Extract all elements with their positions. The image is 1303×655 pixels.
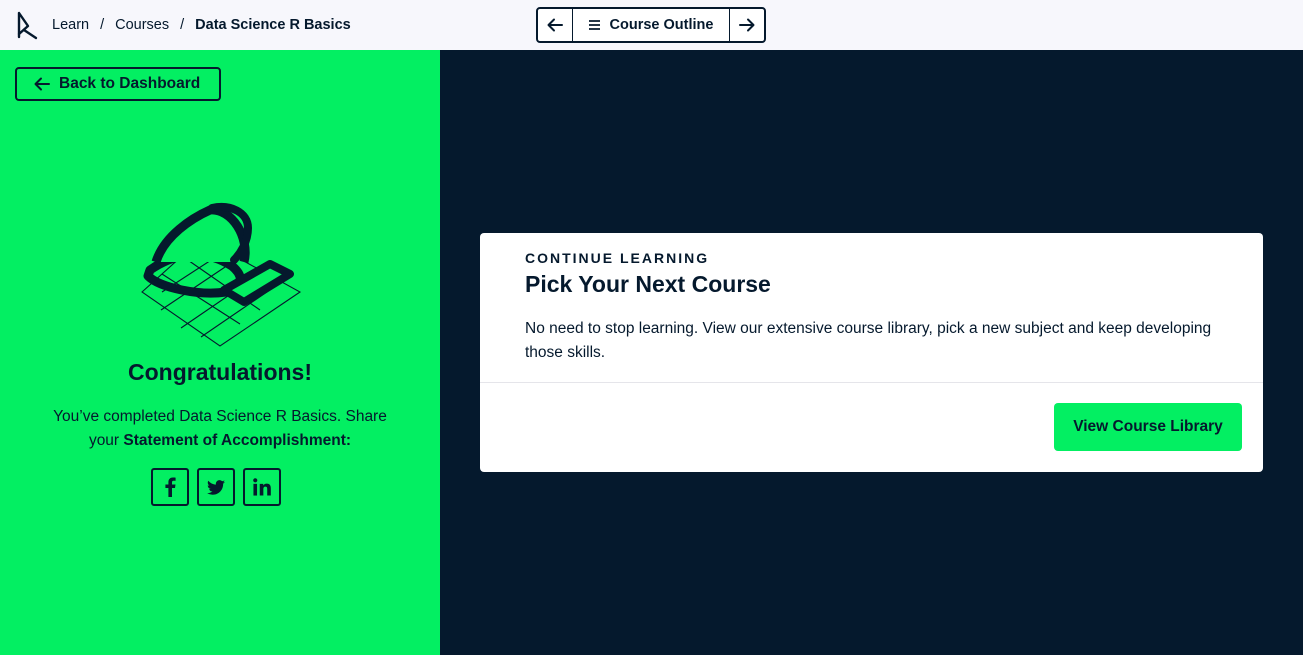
- completion-panel: Back to Dashboard Congratulations! You’v…: [0, 50, 440, 655]
- arrow-right-icon: [739, 18, 755, 32]
- trophy-illustration-icon: [140, 198, 302, 348]
- share-facebook-button[interactable]: [151, 468, 189, 506]
- arrow-left-icon: [547, 18, 563, 32]
- datacamp-logo-icon[interactable]: [16, 10, 40, 40]
- twitter-icon: [207, 479, 225, 495]
- share-linkedin-button[interactable]: [243, 468, 281, 506]
- breadcrumb-current-course: Data Science R Basics: [195, 17, 351, 33]
- top-bar: Learn / Courses / Data Science R Basics …: [0, 0, 1303, 50]
- congratulations-heading: Congratulations!: [128, 359, 312, 385]
- breadcrumb-separator: /: [100, 17, 105, 33]
- card-eyebrow: CONTINUE LEARNING: [525, 250, 710, 266]
- previous-button[interactable]: [538, 9, 573, 41]
- back-to-dashboard-button[interactable]: Back to Dashboard: [15, 67, 221, 101]
- breadcrumb: Learn / Courses / Data Science R Basics: [52, 0, 351, 50]
- breadcrumb-courses[interactable]: Courses: [115, 17, 169, 33]
- card-description: No need to stop learning. View our exten…: [525, 320, 1212, 361]
- menu-icon: [588, 20, 600, 30]
- linkedin-icon: [253, 478, 271, 496]
- arrow-left-icon: [34, 77, 50, 91]
- view-course-library-button[interactable]: View Course Library: [1054, 403, 1242, 451]
- breadcrumb-learn[interactable]: Learn: [52, 17, 89, 33]
- course-outline-label: Course Outline: [609, 17, 714, 33]
- course-navigation: Course Outline: [536, 7, 766, 43]
- completion-message: You’ve completed Data Science R Basics. …: [40, 405, 400, 453]
- share-buttons: [151, 468, 281, 506]
- card-title: Pick Your Next Course: [525, 271, 771, 297]
- card-divider: [480, 382, 1263, 383]
- facebook-icon: [164, 477, 176, 497]
- share-twitter-button[interactable]: [197, 468, 235, 506]
- course-outline-button[interactable]: Course Outline: [573, 9, 729, 41]
- next-button[interactable]: [729, 9, 764, 41]
- statement-of-accomplishment-label: Statement of Accomplishment:: [123, 432, 352, 449]
- breadcrumb-separator: /: [180, 17, 185, 33]
- continue-learning-card: CONTINUE LEARNING Pick Your Next Course …: [480, 233, 1263, 472]
- back-to-dashboard-label: Back to Dashboard: [59, 75, 201, 92]
